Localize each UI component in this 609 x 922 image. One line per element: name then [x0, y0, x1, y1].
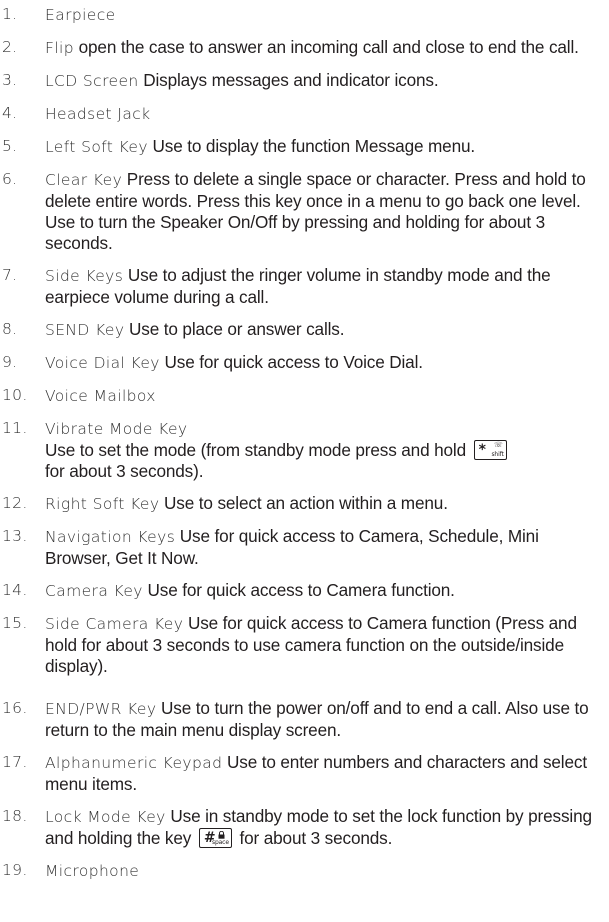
- item-number: 1.: [2, 5, 18, 23]
- item-term: Left Soft Key: [45, 138, 148, 156]
- item-term: Alphanumeric Keypad: [45, 754, 223, 772]
- list-item: 2. Flip open the case to answer an incom…: [2, 37, 602, 59]
- item-description: Use for quick access to Voice Dial.: [159, 352, 423, 372]
- lock-icon: [218, 831, 225, 839]
- item-number: 16.: [2, 699, 28, 717]
- key-sub-label: shift: [491, 451, 504, 458]
- item-term: Camera Key: [45, 582, 143, 600]
- list-item: 5. Left Soft Key Use to display the func…: [2, 136, 602, 158]
- list-item: 15. Side Camera Key Use for quick access…: [2, 613, 602, 677]
- list-item: 16. END/PWR Key Use to turn the power on…: [2, 698, 602, 741]
- item-term: Right Soft Key: [45, 495, 160, 513]
- list-item: 18. Lock Mode Key Use in standby mode to…: [2, 806, 602, 849]
- item-number: 2.: [2, 38, 18, 56]
- item-term: Lock Mode Key: [45, 808, 166, 826]
- item-number: 5.: [2, 137, 18, 155]
- item-number: 7.: [2, 266, 18, 284]
- item-number: 14.: [2, 581, 28, 599]
- item-term: Headset Jack: [45, 105, 151, 123]
- item-description: Use to set the mode (from standby mode p…: [45, 440, 467, 460]
- item-term: END/PWR Key: [45, 700, 157, 718]
- item-term: Side Camera Key: [45, 615, 184, 633]
- item-term: SEND Key: [45, 321, 125, 339]
- item-term: Clear Key: [45, 171, 123, 189]
- item-number: 17.: [2, 753, 28, 771]
- list-item: 13. Navigation Keys Use for quick access…: [2, 526, 602, 569]
- list-item: 9. Voice Dial Key Use for quick access t…: [2, 352, 602, 374]
- item-term: Microphone: [45, 862, 140, 880]
- item-number: 6.: [2, 170, 18, 188]
- item-number: 8.: [2, 320, 18, 338]
- item-term: Flip: [45, 39, 74, 57]
- key-main-glyph: *: [478, 442, 486, 458]
- item-term: Voice Mailbox: [45, 387, 156, 405]
- item-term: Earpiece: [45, 6, 116, 24]
- item-number: 11.: [2, 419, 28, 437]
- vibrate-glyph: ☏: [494, 441, 503, 449]
- item-description: open the case to answer an incoming call…: [73, 37, 579, 57]
- list-item: 7. Side Keys Use to adjust the ringer vo…: [2, 265, 602, 308]
- item-description: Use to display the function Message menu…: [147, 136, 476, 156]
- item-description-cont: for about 3 seconds).: [45, 461, 204, 481]
- item-number: 9.: [2, 353, 18, 371]
- item-number: 12.: [2, 494, 28, 512]
- item-term: Navigation Keys: [45, 528, 176, 546]
- item-number: 10.: [2, 386, 28, 404]
- item-description: Use for quick access to Camera function.: [142, 580, 455, 600]
- item-description: Displays messages and indicator icons.: [138, 70, 439, 90]
- list-item: 3. LCD Screen Displays messages and indi…: [2, 70, 602, 92]
- list-item: 17. Alphanumeric Keypad Use to enter num…: [2, 752, 602, 795]
- list-item: 10. Voice Mailbox: [2, 385, 602, 407]
- list-item: 12. Right Soft Key Use to select an acti…: [2, 493, 602, 515]
- key-sub-label: space: [212, 839, 229, 846]
- item-term: Vibrate Mode Key: [45, 420, 188, 438]
- list-item: 8. SEND Key Use to place or answer calls…: [2, 319, 602, 341]
- item-number: 19.: [2, 861, 28, 879]
- item-number: 4.: [2, 104, 18, 122]
- item-term: LCD Screen: [45, 72, 139, 90]
- item-description: Press to delete a single space or charac…: [45, 169, 586, 253]
- item-description: Use to select an action within a menu.: [159, 493, 448, 513]
- list-item: 11. Vibrate Mode Key Use to set the mode…: [2, 418, 602, 482]
- list-item: 6. Clear Key Press to delete a single sp…: [2, 169, 602, 254]
- star-shift-key-icon: * ☏ shift: [473, 440, 507, 460]
- item-number: 13.: [2, 527, 28, 545]
- item-description-cont: for about 3 seconds.: [234, 828, 393, 848]
- list-item: 14. Camera Key Use for quick access to C…: [2, 580, 602, 602]
- item-number: 15.: [2, 614, 28, 632]
- list-item: 1. Earpiece: [2, 4, 602, 26]
- list-item: 4. Headset Jack: [2, 103, 602, 125]
- item-term: Voice Dial Key: [45, 354, 160, 372]
- item-number: 18.: [2, 807, 28, 825]
- feature-list: 1. Earpiece 2. Flip open the case to ans…: [2, 4, 602, 893]
- pound-space-key-icon: # space: [198, 828, 232, 848]
- item-number: 3.: [2, 71, 18, 89]
- item-description: Use to place or answer calls.: [124, 319, 345, 339]
- list-item: 19. Microphone: [2, 860, 602, 882]
- item-term: Side Keys: [45, 267, 124, 285]
